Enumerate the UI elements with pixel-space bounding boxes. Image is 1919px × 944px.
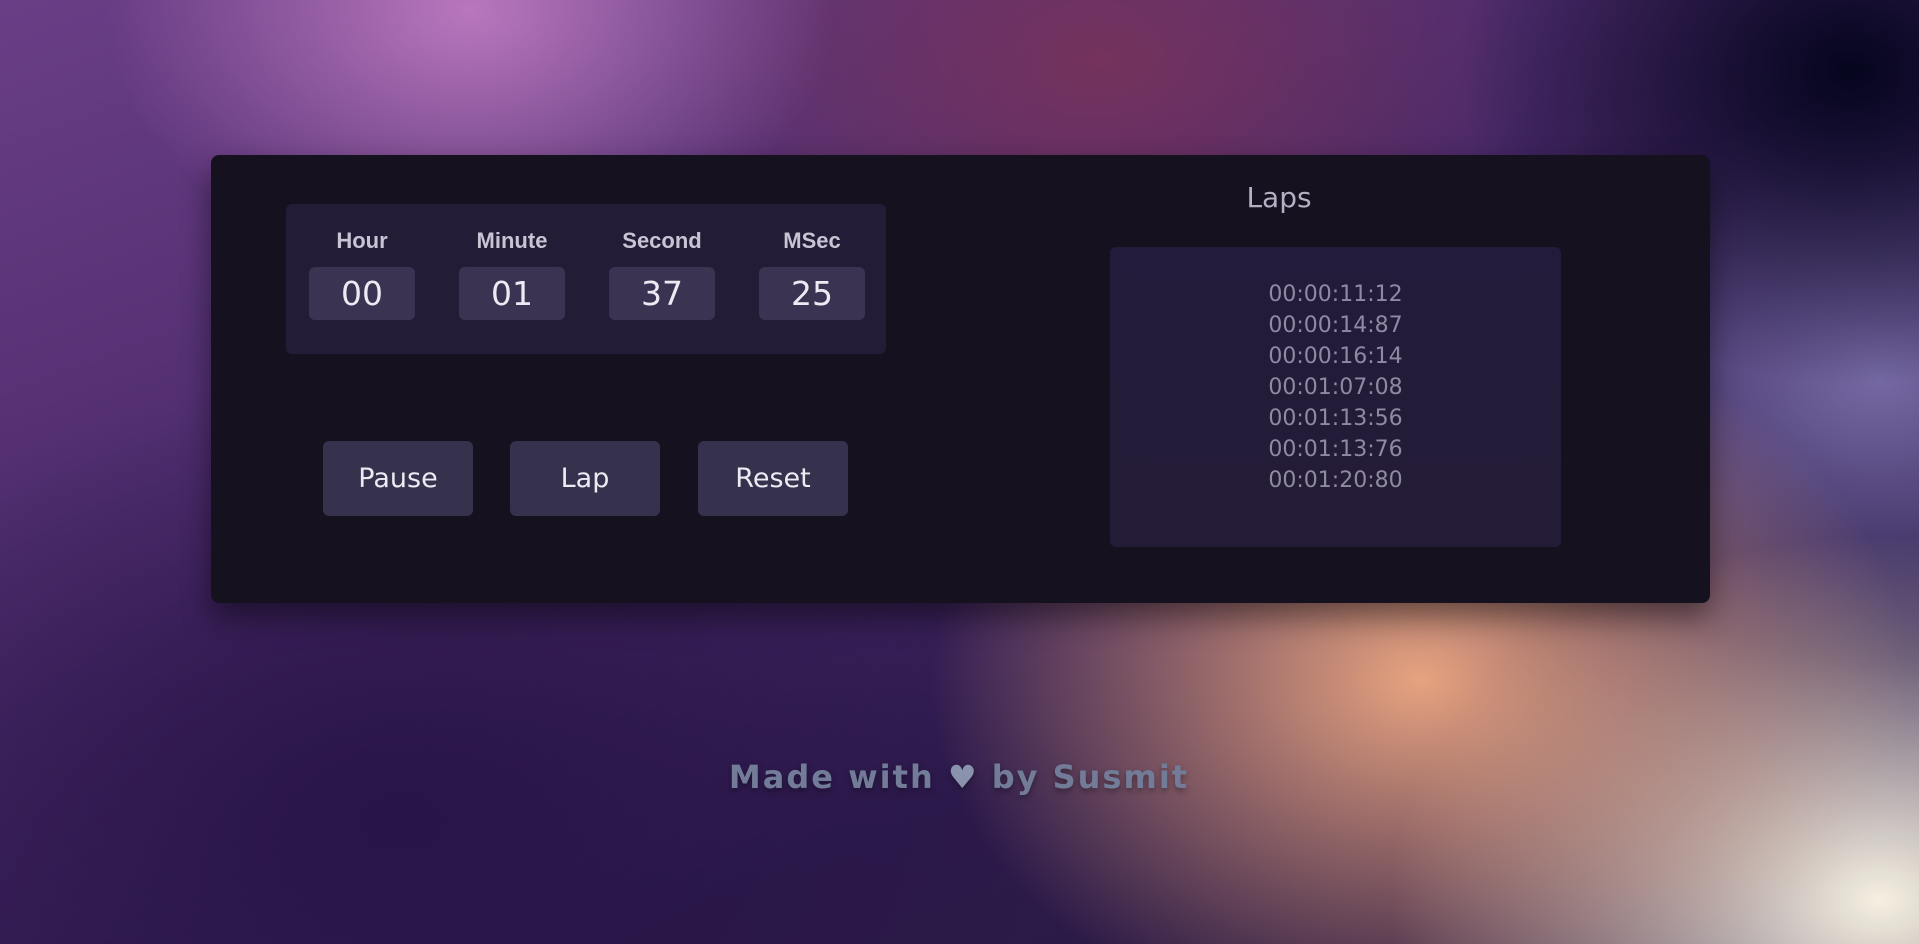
- footer-suffix: by Susmit: [991, 758, 1190, 796]
- second-value: 37: [609, 267, 715, 320]
- second-unit: Second 37: [609, 226, 715, 320]
- footer-prefix: Made with: [728, 758, 935, 796]
- lap-item: 00:00:16:14: [1268, 344, 1403, 369]
- stopwatch-card: Hour 00 Minute 01 Second 37 MSec 25 Paus…: [211, 155, 1710, 603]
- hour-label: Hour: [336, 228, 388, 253]
- minute-unit: Minute 01: [459, 226, 565, 320]
- msec-unit: MSec 25: [759, 226, 865, 320]
- minute-label: Minute: [476, 228, 548, 253]
- time-display: Hour 00 Minute 01 Second 37 MSec 25: [286, 204, 886, 354]
- laps-list: 00:00:11:12 00:00:14:87 00:00:16:14 00:0…: [1110, 279, 1561, 496]
- heart-icon: ♥: [947, 758, 979, 796]
- laps-title: Laps: [1246, 181, 1312, 214]
- msec-value: 25: [759, 267, 865, 320]
- lap-item: 00:00:14:87: [1268, 313, 1403, 338]
- pause-button[interactable]: Pause: [323, 441, 473, 516]
- lap-item: 00:01:13:76: [1268, 437, 1403, 462]
- hour-unit: Hour 00: [309, 226, 415, 320]
- lap-button[interactable]: Lap: [510, 441, 660, 516]
- reset-button[interactable]: Reset: [698, 441, 848, 516]
- lap-item: 00:01:13:56: [1268, 406, 1403, 431]
- footer-credit: Made with ♥ by Susmit: [659, 758, 1259, 796]
- lap-item: 00:00:11:12: [1268, 282, 1403, 307]
- hour-value: 00: [309, 267, 415, 320]
- minute-value: 01: [459, 267, 565, 320]
- laps-list-panel: 00:00:11:12 00:00:14:87 00:00:16:14 00:0…: [1110, 247, 1561, 547]
- lap-item: 00:01:20:80: [1268, 468, 1403, 493]
- msec-label: MSec: [783, 228, 841, 253]
- lap-item: 00:01:07:08: [1268, 375, 1403, 400]
- second-label: Second: [622, 228, 702, 253]
